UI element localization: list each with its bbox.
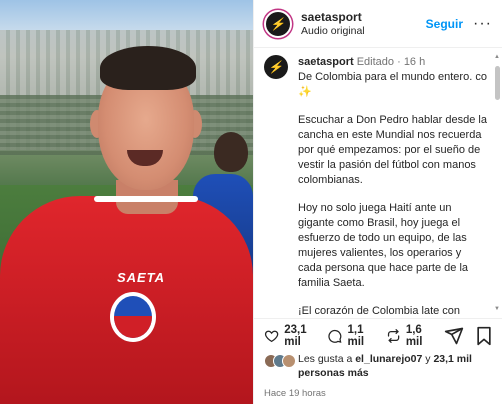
caption-area: ⚡ saetasport Editado · 16 h De Colombia … [254, 49, 502, 315]
avatar [282, 354, 296, 368]
header-username[interactable]: saetasport [301, 10, 426, 24]
likes-count: 23,1 mil [284, 324, 307, 348]
comments-count: 1,1 mil [347, 324, 365, 348]
post-side-panel: ⚡ saetasport Audio original Seguir ··· ⚡… [253, 0, 502, 404]
jersey-brand: SAETA [116, 270, 166, 285]
post-age: 16 h [403, 56, 426, 68]
scroll-up-icon[interactable]: ▲ [494, 54, 500, 60]
audio-label[interactable]: Audio original [301, 24, 426, 38]
like-button[interactable]: 23,1 mil [264, 324, 316, 348]
liked-by: Les gusta a el_lunarejo07 y 23,1 mil per… [264, 352, 493, 380]
post-header: ⚡ saetasport Audio original Seguir ··· [254, 0, 502, 48]
comment-icon [328, 329, 342, 343]
edited-label: Editado [356, 56, 395, 68]
scroll-down-icon[interactable]: ▼ [494, 306, 500, 312]
more-horizontal-icon[interactable]: ··· [473, 15, 492, 33]
share-button[interactable] [444, 326, 464, 346]
bookmark-icon [477, 326, 491, 346]
avatar[interactable]: ⚡ [264, 9, 292, 38]
heart-icon [264, 330, 279, 343]
follow-button[interactable]: Seguir [426, 17, 463, 31]
caption-username[interactable]: saetasport [298, 56, 354, 68]
send-icon [444, 327, 464, 345]
caption-paragraph: Hoy no solo juega Haití ante un gigante … [298, 202, 469, 289]
bolt-logo-icon: ⚡ [269, 16, 287, 31]
post-timestamp: Hace 19 horas [264, 388, 326, 399]
caption-paragraph: De Colombia para el mundo entero. co ✨ [298, 71, 487, 98]
caption-scrollbar[interactable]: ▲ ▼ [494, 54, 500, 312]
save-button[interactable] [475, 326, 493, 346]
bolt-logo-icon: ⚡ [267, 60, 285, 74]
action-bar: 23,1 mil 1,1 mil 1,6 mil Les gusta a el_… [254, 318, 502, 399]
liker-username[interactable]: el_lunarejo07 [355, 353, 422, 365]
shares-count: 1,6 mil [405, 324, 423, 348]
scrollbar-thumb[interactable] [495, 66, 500, 100]
repost-icon [387, 329, 399, 343]
caption-paragraph: Escuchar a Don Pedro hablar desde la can… [298, 114, 487, 186]
repost-button[interactable]: 1,6 mil [386, 324, 433, 348]
comment-button[interactable]: 1,1 mil [327, 324, 374, 348]
speaker-person: SAETA [0, 0, 253, 404]
caption-avatar[interactable]: ⚡ [264, 55, 288, 79]
caption-paragraph: ¡El corazón de Colombia late con fuerza … [298, 305, 461, 315]
haiti-crest-icon [110, 292, 156, 342]
liker-avatars[interactable] [264, 354, 298, 368]
post-view: SAETA ⚡ saetasport Audio original Seguir… [0, 0, 502, 404]
post-video[interactable]: SAETA [0, 0, 253, 404]
